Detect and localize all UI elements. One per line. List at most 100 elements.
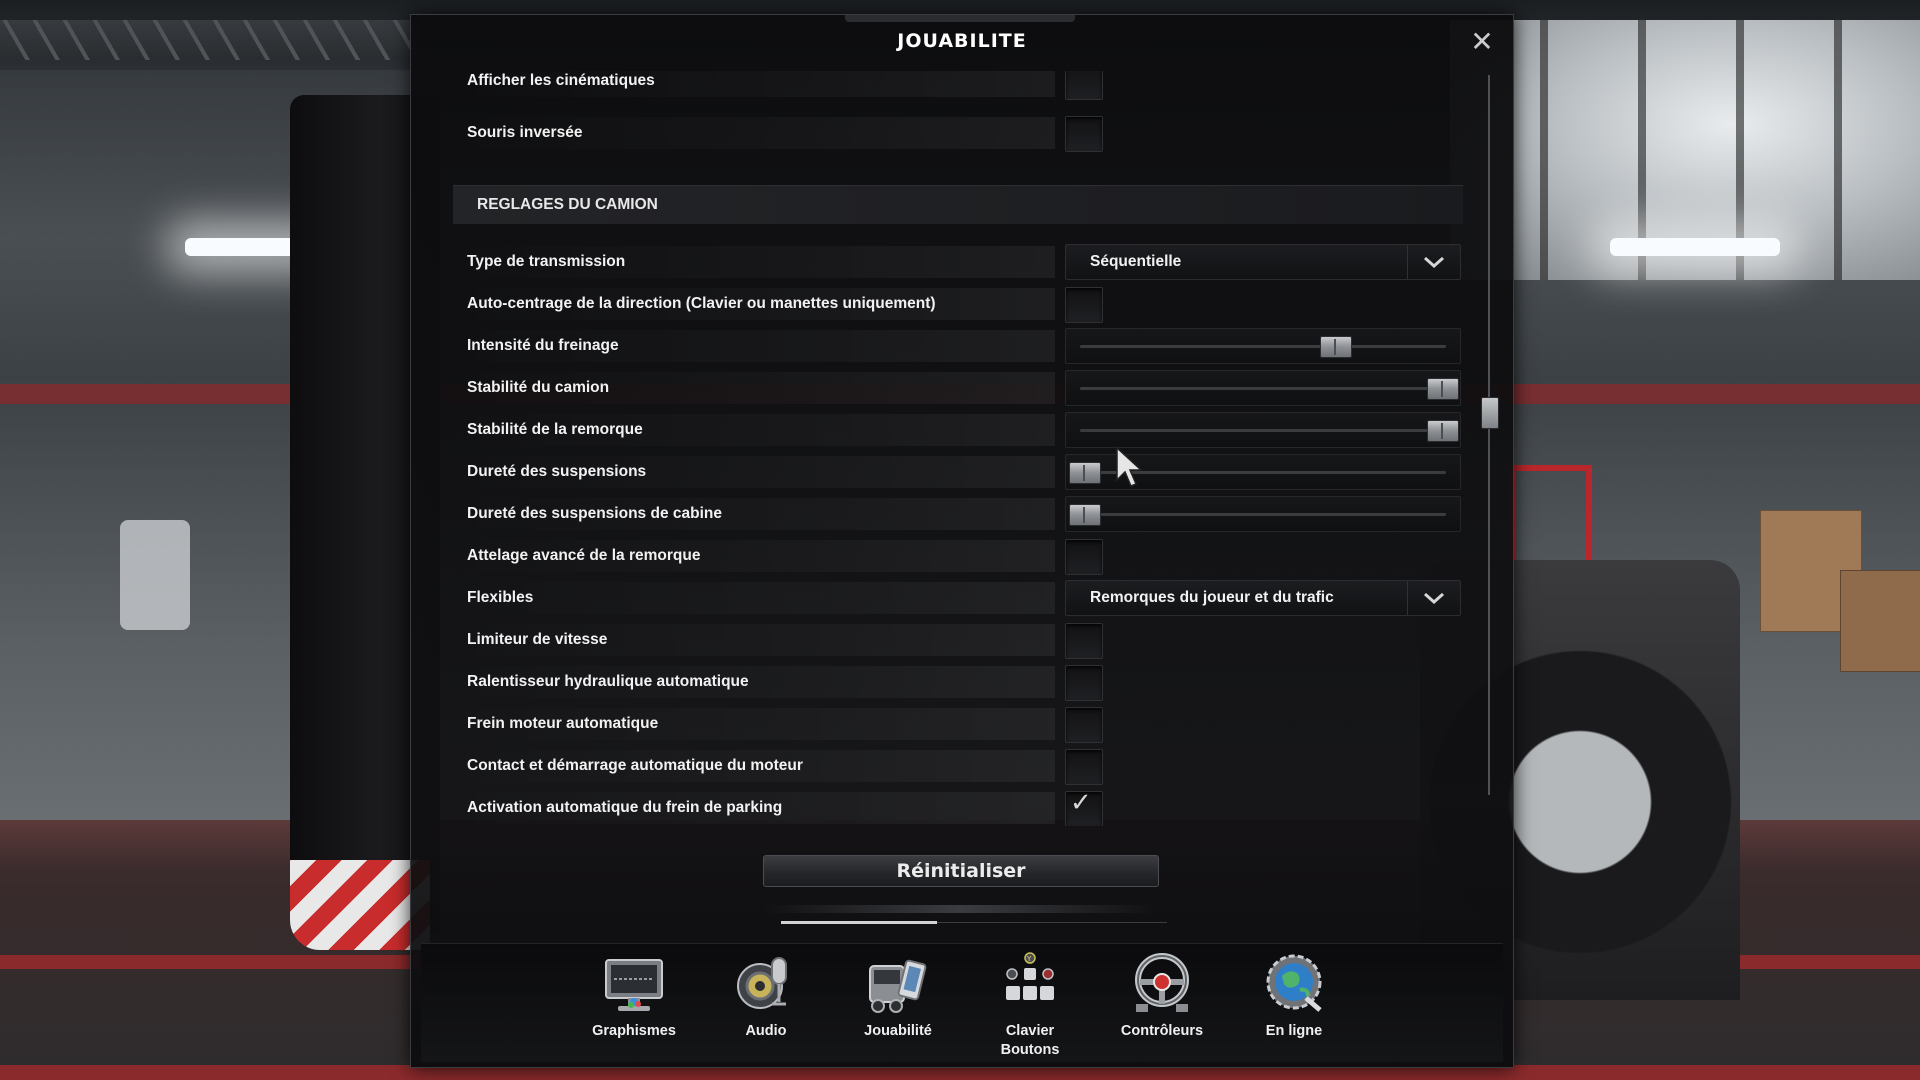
globe-gear-icon [1266,954,1322,1012]
setting-label: Activation automatique du frein de parki… [467,799,783,816]
scrollbar-thumb[interactable] [1481,397,1499,429]
slider-track [1080,345,1446,348]
checkmark-icon: ✓ [1070,788,1092,818]
slider-thumb[interactable] [1069,504,1101,526]
advanced-coupling-checkbox[interactable] [1065,539,1103,575]
setting-row-auto-engine-start: Contact et démarrage automatique du mote… [453,749,1463,785]
slider-track [1080,513,1446,516]
gameplay-settings-panel: JOUABILITE ✕ Afficher les cinématiques S… [410,14,1514,1068]
setting-row-hoses: Flexibles Remorques du joueur et du traf… [453,580,1463,616]
nav-online[interactable]: En ligne [1234,952,1354,1060]
reset-button-shadow [763,905,1157,913]
setting-row-inverted-mouse: Souris inversée [453,116,1463,152]
nav-controllers[interactable]: Contrôleurs [1102,952,1222,1060]
setting-row-cabin-suspension: Dureté des suspensions de cabine [453,496,1463,532]
cabin-suspension-slider[interactable] [1065,496,1461,532]
inverted-mouse-checkbox[interactable] [1065,116,1103,152]
setting-label: Auto-centrage de la direction (Clavier o… [467,295,936,312]
nav-audio[interactable]: Audio [706,952,826,1060]
setting-label: Flexibles [467,589,534,606]
setting-label: Contact et démarrage automatique du mote… [467,757,803,774]
setting-label: Intensité du freinage [467,337,619,354]
auto-engine-brake-checkbox[interactable] [1065,707,1103,743]
setting-label: Ralentisseur hydraulique automatique [467,673,749,690]
mouse-cursor-icon [1116,446,1143,487]
background-lamp-right [1610,238,1780,256]
setting-label: Type de transmission [467,253,626,270]
setting-row-auto-parking-brake: Activation automatique du frein de parki… [453,788,1463,826]
setting-label: Frein moteur automatique [467,715,659,732]
nav-label: Clavier Boutons [1000,1023,1060,1058]
background-truss [0,20,420,60]
reset-button[interactable]: Réinitialiser [763,855,1159,887]
setting-row-suspension-stiffness: Dureté des suspensions [453,446,1463,490]
setting-label: Souris inversée [467,124,583,141]
nav-keyboard-buttons[interactable]: Y Clavier Boutons [970,952,1090,1060]
section-title: REGLAGES DU CAMION [477,196,658,213]
nav-label: Contrôleurs [1120,1023,1204,1039]
auto-engine-start-checkbox[interactable] [1065,749,1103,785]
cinematics-checkbox[interactable] [1065,71,1103,100]
setting-row-truck-stability: Stabilité du camion [453,370,1463,406]
background-lamp-left [185,238,315,256]
auto-centering-checkbox[interactable] [1065,287,1103,323]
truck-stability-slider[interactable] [1065,370,1461,406]
setting-label: Afficher les cinématiques [467,72,655,89]
setting-row-auto-engine-brake: Frein moteur automatique [453,707,1463,743]
page-indicator-active [781,921,937,924]
slider-track [1080,387,1446,390]
setting-row-auto-retarder: Ralentisseur hydraulique automatique [453,665,1463,701]
chevron-down-icon[interactable] [1408,581,1460,615]
setting-row-auto-centering: Auto-centrage de la direction (Clavier o… [453,287,1463,323]
settings-list[interactable]: Afficher les cinématiques Souris inversé… [411,71,1513,826]
page-indicator-track [937,922,1167,923]
background-stand [120,520,190,630]
close-icon[interactable]: ✕ [1469,28,1495,56]
dropdown-value: Remorques du joueur et du trafic [1090,589,1334,606]
setting-label: Stabilité de la remorque [467,421,643,438]
slider-thumb[interactable] [1427,420,1459,442]
setting-row-advanced-coupling: Attelage avancé de la remorque [453,539,1463,575]
background-box [1840,570,1920,672]
slider-thumb[interactable] [1069,462,1101,484]
speaker-microphone-icon [737,957,787,1009]
brake-intensity-slider[interactable] [1065,328,1461,364]
nav-graphics[interactable]: Graphismes [574,952,694,1060]
setting-row-speed-limiter: Limiteur de vitesse [453,623,1463,659]
setting-row-cinematics: Afficher les cinématiques [453,71,1463,100]
setting-row-trailer-stability: Stabilité de la remorque [453,412,1463,448]
nav-gameplay[interactable]: Jouabilité [838,952,958,1060]
hoses-dropdown[interactable]: Remorques du joueur et du trafic [1065,580,1461,616]
background-window [1450,20,1920,280]
steering-wheel-icon [1135,953,1189,1012]
slider-thumb[interactable] [1319,336,1352,358]
speed-limiter-checkbox[interactable] [1065,623,1103,659]
auto-parking-brake-checkbox[interactable]: ✓ [1065,788,1103,826]
setting-row-transmission: Type de transmission Séquentielle [453,244,1463,280]
settings-scrollbar[interactable] [1481,75,1499,795]
chevron-down-icon[interactable] [1408,245,1460,279]
slider-thumb[interactable] [1427,378,1459,400]
nav-label: Jouabilité [864,1023,932,1039]
auto-retarder-checkbox[interactable] [1065,665,1103,701]
setting-label: Dureté des suspensions [467,463,647,480]
setting-label: Dureté des suspensions de cabine [467,505,722,522]
background-box [1760,510,1862,632]
setting-row-brake-intensity: Intensité du freinage [453,328,1463,364]
keyboard-gamepad-icon: Y [1006,952,1054,1000]
settings-category-bar: Graphismes Audio Jouabilité Y Clavier Bo… [421,943,1503,1062]
row-strip [453,582,1055,614]
slider-track [1080,429,1446,432]
svg-text:Y: Y [1026,955,1032,963]
panel-title: JOUABILITE [897,30,1027,52]
monitor-icon [605,959,663,1011]
nav-label: Graphismes [592,1023,676,1039]
setting-label: Attelage avancé de la remorque [467,547,701,564]
background-rack [1510,465,1592,741]
setting-label: Stabilité du camion [467,379,610,396]
trailer-stability-slider[interactable] [1065,412,1461,448]
transmission-dropdown[interactable]: Séquentielle [1065,244,1461,280]
nav-label: Audio [745,1023,787,1039]
dropdown-value: Séquentielle [1090,253,1182,270]
setting-label: Limiteur de vitesse [467,631,608,648]
